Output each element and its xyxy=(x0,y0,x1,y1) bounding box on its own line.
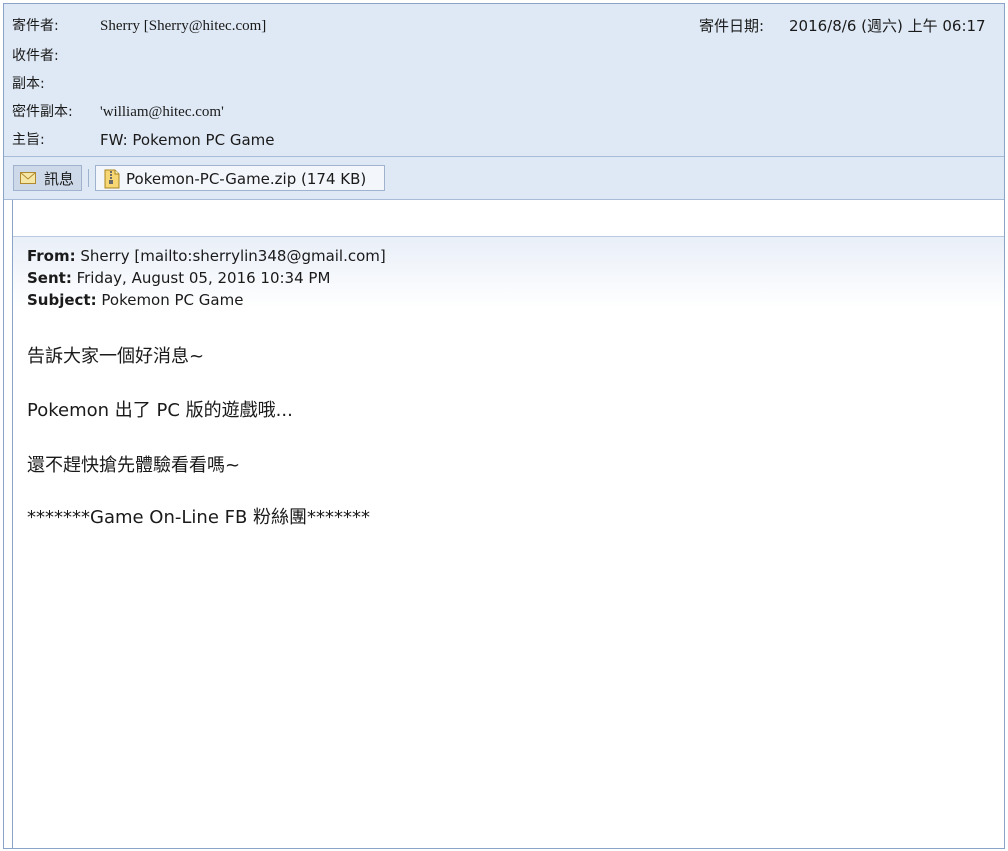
attachment-bar: 訊息 Pokemon-PC-Game.zip (174 KB) xyxy=(4,157,1004,200)
attachment-label: Pokemon-PC-Game.zip (174 KB) xyxy=(126,170,367,188)
subject-label: 主旨: xyxy=(12,132,45,148)
forwarded-sent-value: Friday, August 05, 2016 10:34 PM xyxy=(71,269,331,287)
forwarded-sent-label: Sent: xyxy=(27,269,72,287)
from-value[interactable]: Sherry [Sherry@hitec.com] xyxy=(100,16,266,36)
message-line-4: *******Game On-Line FB 粉絲團******* xyxy=(27,507,371,528)
date-value: 2016/8/6 (週六) 上午 06:17 xyxy=(789,17,986,35)
message-line-2: Pokemon 出了 PC 版的遊戲哦... xyxy=(27,400,293,421)
envelope-icon xyxy=(20,172,36,184)
message-line-1: 告訴大家一個好消息~ xyxy=(27,346,205,367)
email-header: 寄件者: Sherry [Sherry@hitec.com] 寄件日期: 201… xyxy=(4,4,1004,157)
forwarded-from-value[interactable]: Sherry [mailto:sherrylin348@gmail.com] xyxy=(76,247,385,265)
forwarded-header: From: Sherry [mailto:sherrylin348@gmail.… xyxy=(13,236,1004,311)
forwarded-subject-label: Subject: xyxy=(27,291,97,309)
message-body: From: Sherry [mailto:sherrylin348@gmail.… xyxy=(12,200,1004,848)
forwarded-sent: Sent: Friday, August 05, 2016 10:34 PM xyxy=(27,267,330,289)
forwarded-from-label: From: xyxy=(27,247,76,265)
to-label: 收件者: xyxy=(12,48,59,64)
from-label: 寄件者: xyxy=(12,18,59,34)
attachment-file[interactable]: Pokemon-PC-Game.zip (174 KB) xyxy=(95,165,385,191)
message-line-3: 還不趕快搶先體驗看看嗎~ xyxy=(27,455,241,476)
zip-file-icon xyxy=(104,169,120,189)
forwarded-subject: Subject: Pokemon PC Game xyxy=(27,289,243,311)
subject-value: FW: Pokemon PC Game xyxy=(100,131,275,149)
date-label: 寄件日期: xyxy=(699,17,765,35)
forwarded-subject-value: Pokemon PC Game xyxy=(96,291,244,309)
message-tab-label: 訊息 xyxy=(44,170,75,188)
tab-divider xyxy=(88,169,89,187)
cc-label: 副本: xyxy=(12,76,45,92)
bcc-value[interactable]: 'william@hitec.com' xyxy=(100,102,224,122)
bcc-label: 密件副本: xyxy=(12,104,73,120)
forwarded-from: From: Sherry [mailto:sherrylin348@gmail.… xyxy=(27,245,386,267)
message-tab[interactable]: 訊息 xyxy=(13,165,82,191)
email-reading-pane: 寄件者: Sherry [Sherry@hitec.com] 寄件日期: 201… xyxy=(3,3,1005,849)
